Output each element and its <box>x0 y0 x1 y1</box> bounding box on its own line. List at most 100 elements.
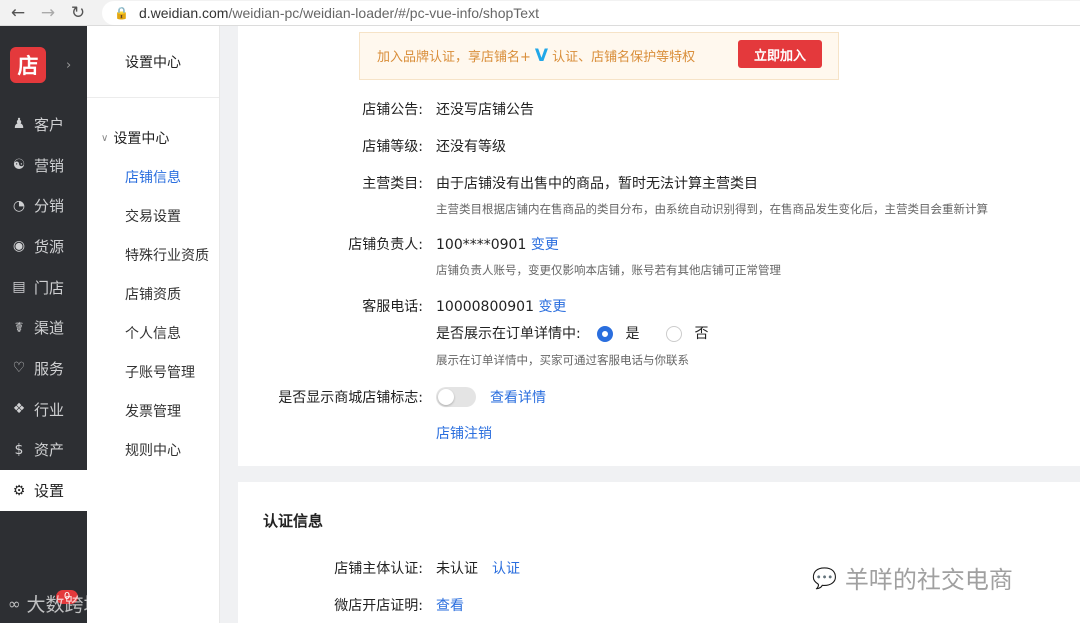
sidebar-item-distribution[interactable]: ◔ 分销 <box>0 185 87 226</box>
sidebar-item-customer[interactable]: ♟ 客户 <box>0 104 87 145</box>
owner-hint: 店铺负责人账号，变更仅影响本店铺，账号若有其他店铺可正常管理 <box>436 263 781 277</box>
sidebar-item-label: 行业 <box>34 400 65 419</box>
subnav-item-special-qualification[interactable]: 特殊行业资质 <box>87 235 219 274</box>
sidebar-item-settings[interactable]: ⚙ 设置 <box>0 470 87 511</box>
sidebar-item-supply[interactable]: ◉ 货源 <box>0 226 87 267</box>
subject-label: 店铺主体认证: <box>334 561 423 577</box>
url-path: /weidian-pc/weidian-loader/#/pc-vue-info… <box>228 5 539 21</box>
view-proof-link[interactable]: 查看 <box>436 595 464 615</box>
notice-label: 店铺公告: <box>362 102 423 118</box>
url-host: d.weidian.com <box>138 5 229 21</box>
sidebar-item-label: 营销 <box>34 156 65 175</box>
sidebar-item-industry[interactable]: ❖ 行业 <box>0 389 87 430</box>
main-sidebar: 店 › ♟ 客户 ☯ 营销 ◔ 分销 ◉ 货源 ▤ 门店 ☤ 渠道 ♡ 服务 ❖ 行业 $ 资产 … <box>0 26 87 623</box>
v-badge-icon: V <box>534 46 549 66</box>
sidebar-item-label: 门店 <box>34 278 65 297</box>
url-text: d.weidian.com/weidian-pc/weidian-loader/… <box>139 5 539 21</box>
sidebar-item-label: 服务 <box>34 359 65 378</box>
proof-label: 微店开店证明: <box>334 598 423 614</box>
source-icon: ◉ <box>12 238 26 255</box>
radio-no-option[interactable]: 否 <box>666 323 708 343</box>
certify-link[interactable]: 认证 <box>492 561 520 577</box>
dollar-icon: $ <box>14 441 24 458</box>
lock-icon: 🔒 <box>114 6 129 20</box>
banner-text-after: 认证、店铺名保护等特权 <box>552 50 696 65</box>
notice-value: 还没写店铺公告 <box>436 102 534 118</box>
subject-value: 未认证 <box>436 561 478 577</box>
category-hint: 主营类目根据店铺内在售商品的类目分布，由系统自动识别得到，在售商品发生变化后，主… <box>436 202 988 216</box>
radio-yes-icon[interactable] <box>597 326 613 342</box>
megaphone-icon: ☯ <box>12 157 26 174</box>
forward-icon[interactable]: → <box>36 1 60 25</box>
category-label: 主营类目: <box>362 176 423 192</box>
owner-row: 100****0901 变更 <box>436 234 559 254</box>
level-label: 店铺等级: <box>362 139 423 155</box>
subnav-item-rules[interactable]: 规则中心 <box>87 430 219 469</box>
subnav-item-personal-info[interactable]: 个人信息 <box>87 313 219 352</box>
sidebar-item-label: 货源 <box>34 237 65 256</box>
logo-row: 店 › <box>0 26 87 104</box>
subnav-item-invoice[interactable]: 发票管理 <box>87 391 219 430</box>
pie-icon: ◔ <box>12 197 26 214</box>
certification-card: 认证信息 店铺主体认证: 未认证 认证 微店开店证明: 查看 <box>238 482 1080 623</box>
subnav-title: 设置中心 <box>87 26 219 98</box>
gear-icon: ⚙ <box>12 482 26 499</box>
sidebar-item-store[interactable]: ▤ 门店 <box>0 267 87 308</box>
sidebar-item-label: 渠道 <box>34 319 65 338</box>
sidebar-item-channel[interactable]: ☤ 渠道 <box>0 307 87 348</box>
cancel-shop-link[interactable]: 店铺注销 <box>436 423 492 443</box>
sidebar-item-service[interactable]: ♡ 服务 <box>0 348 87 389</box>
browser-toolbar: ← → ↻ 🔒 d.weidian.com/weidian-pc/weidian… <box>0 0 1080 26</box>
mall-badge-label: 是否显示商城店铺标志: <box>278 390 423 406</box>
wechat-icon: 💬 <box>812 565 837 590</box>
sidebar-item-assets[interactable]: $ 资产 <box>0 430 87 471</box>
reload-icon[interactable]: ↻ <box>66 1 90 25</box>
sidebar-item-label: 分销 <box>34 197 65 216</box>
watermark-right-text: 羊咩的社交电商 <box>844 566 1013 594</box>
section-title: 认证信息 <box>263 512 324 530</box>
subject-row: 未认证 认证 <box>436 558 520 578</box>
back-icon[interactable]: ← <box>6 1 30 25</box>
owner-change-link[interactable]: 变更 <box>531 237 559 253</box>
heart-icon: ♡ <box>12 360 26 377</box>
channel-icon: ☤ <box>14 319 24 336</box>
sidebar-item-marketing[interactable]: ☯ 营销 <box>0 145 87 186</box>
sidebar-item-label: 客户 <box>34 115 65 134</box>
phone-change-link[interactable]: 变更 <box>538 299 566 315</box>
show-hint: 展示在订单详情中，买家可通过客服电话与你联系 <box>436 353 689 367</box>
join-now-button[interactable]: 立即加入 <box>738 40 822 68</box>
view-details-link[interactable]: 查看详情 <box>490 387 546 407</box>
watermark-left: ∞ 大数跨境 <box>8 590 103 617</box>
subnav-item-trade-settings[interactable]: 交易设置 <box>87 196 219 235</box>
settings-subnav: 设置中心 ∨ 设置中心 店铺信息 交易设置 特殊行业资质 店铺资质 个人信息 子账… <box>87 26 220 623</box>
owner-label: 店铺负责人: <box>348 237 423 253</box>
subnav-item-shop-info[interactable]: 店铺信息 <box>87 157 219 196</box>
watermark-right: 💬 羊咩的社交电商 <box>812 560 1013 595</box>
radio-yes-option[interactable]: 是 <box>597 323 639 343</box>
category-value: 由于店铺没有出售中的商品，暂时无法计算主营类目 <box>436 176 758 192</box>
sidebar-item-label: 资产 <box>34 441 65 460</box>
brand-certification-banner: 加入品牌认证，享店铺名+ V 认证、店铺名保护等特权 立即加入 <box>359 32 839 80</box>
puzzle-icon: ❖ <box>12 401 26 418</box>
watermark-left-text: 大数跨境 <box>26 594 103 616</box>
chevron-right-icon[interactable]: › <box>66 58 71 73</box>
watermark-logo-icon: ∞ <box>8 594 21 613</box>
subnav-item-sub-accounts[interactable]: 子账号管理 <box>87 352 219 391</box>
show-in-order-label: 是否展示在订单详情中: <box>436 326 581 342</box>
banner-text-before: 加入品牌认证，享店铺名+ <box>377 50 531 65</box>
user-icon: ♟ <box>12 116 26 133</box>
subnav-group-label: 设置中心 <box>113 131 170 147</box>
shop-logo[interactable]: 店 <box>10 47 46 83</box>
sidebar-item-label: 设置 <box>34 482 65 501</box>
address-bar[interactable]: 🔒 d.weidian.com/weidian-pc/weidian-loade… <box>102 1 1080 25</box>
subnav-item-shop-qualification[interactable]: 店铺资质 <box>87 274 219 313</box>
owner-value: 100****0901 <box>436 237 527 253</box>
chevron-down-icon: ∨ <box>101 132 109 144</box>
radio-no-icon[interactable] <box>666 326 682 342</box>
phone-row: 10000800901 变更 <box>436 296 566 316</box>
level-value: 还没有等级 <box>436 139 506 155</box>
phone-value: 10000800901 <box>436 299 534 315</box>
subnav-group[interactable]: ∨ 设置中心 <box>87 128 219 148</box>
radio-no-label: 否 <box>694 326 709 342</box>
mall-badge-toggle[interactable] <box>436 387 476 407</box>
